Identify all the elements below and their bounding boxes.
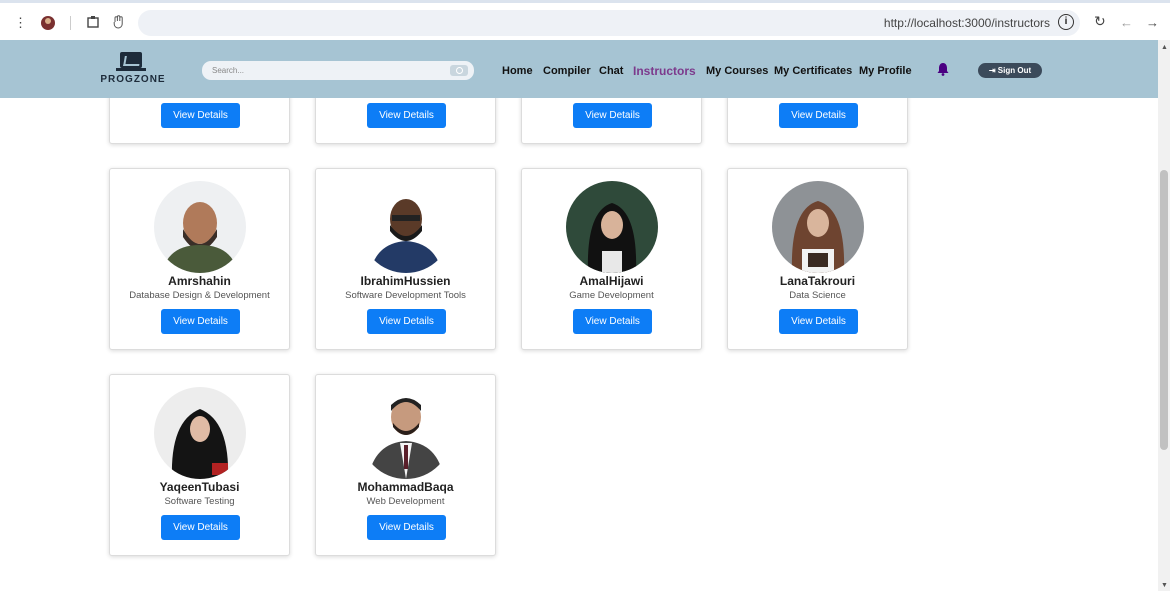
scroll-up-icon[interactable]: ▲: [1161, 44, 1168, 51]
instructor-card[interactable]: YaqeenTubasi Software Testing View Detai…: [109, 374, 290, 556]
search-placeholder: Search...: [212, 66, 245, 75]
view-details-button[interactable]: View Details: [161, 103, 240, 128]
nav-my-courses[interactable]: My Courses: [706, 65, 768, 77]
view-details-button[interactable]: View Details: [367, 103, 446, 128]
instructor-avatar: [360, 387, 452, 479]
instructor-card-partial: View Details: [727, 90, 908, 144]
address-bar[interactable]: http://localhost:3000/instructors i: [138, 10, 1080, 36]
instructor-field: Software Testing: [164, 496, 235, 507]
reload-icon[interactable]: ↻: [1094, 13, 1106, 29]
view-details-button[interactable]: View Details: [779, 103, 858, 128]
info-icon[interactable]: i: [1058, 14, 1074, 30]
back-icon[interactable]: ←: [1120, 15, 1133, 31]
hand-icon[interactable]: [112, 15, 124, 33]
instructor-name: AmalHijawi: [579, 274, 644, 288]
instructor-card[interactable]: Amrshahin Database Design & Development …: [109, 168, 290, 350]
instructor-name: MohammadBaqa: [357, 480, 454, 494]
logo-laptop-base: [116, 68, 146, 71]
logo-text: PROGZONE: [100, 74, 166, 85]
instructor-field: Web Development: [366, 496, 445, 507]
logo-laptop-icon: [120, 52, 142, 68]
nav-my-profile[interactable]: My Profile: [859, 65, 912, 77]
instructor-name: YaqeenTubasi: [159, 480, 240, 494]
instructor-card[interactable]: LanaTakrouri Data Science View Details: [727, 168, 908, 350]
instructor-card[interactable]: AmalHijawi Game Development View Details: [521, 168, 702, 350]
instructor-field: Data Science: [789, 290, 846, 301]
scroll-thumb[interactable]: [1160, 170, 1168, 450]
toolbar-divider: [70, 16, 71, 30]
instructor-card-partial: View Details: [315, 90, 496, 144]
search-input[interactable]: Search...: [202, 61, 474, 80]
app-navbar: PROGZONE Search... Home Compiler Chat In…: [0, 40, 1158, 98]
nav-home[interactable]: Home: [502, 65, 533, 77]
instructor-field: Software Development Tools: [345, 290, 466, 301]
logo[interactable]: PROGZONE: [98, 50, 168, 90]
browser-toolbar: ⋮ ☆ http://localhost:3000/instructors i …: [0, 0, 1170, 40]
view-details-button[interactable]: View Details: [367, 309, 446, 334]
view-details-button[interactable]: View Details: [161, 309, 240, 334]
nav-compiler[interactable]: Compiler: [543, 65, 591, 77]
menu-dots-icon[interactable]: ⋮: [14, 15, 27, 31]
instructor-name: IbrahimHussien: [360, 274, 451, 288]
instructor-avatar: [772, 181, 864, 273]
nav-instructors[interactable]: Instructors: [633, 64, 696, 78]
profile-avatar-icon[interactable]: [40, 15, 56, 35]
instructor-name: Amrshahin: [168, 274, 231, 288]
instructor-field: Database Design & Development: [129, 290, 270, 301]
page-scrollbar[interactable]: ▲ ▼: [1158, 40, 1170, 591]
instructor-avatar: [154, 181, 246, 273]
sign-out-icon: ⇥: [988, 66, 996, 75]
view-details-button[interactable]: View Details: [367, 515, 446, 540]
instructor-card[interactable]: IbrahimHussien Software Development Tool…: [315, 168, 496, 350]
bell-icon[interactable]: [936, 62, 950, 76]
instructor-avatar: [154, 387, 246, 479]
view-details-button[interactable]: View Details: [779, 309, 858, 334]
instructor-avatar: [566, 181, 658, 273]
view-details-button[interactable]: View Details: [573, 309, 652, 334]
instructor-card-partial: View Details: [521, 90, 702, 144]
view-details-button[interactable]: View Details: [573, 103, 652, 128]
nav-chat[interactable]: Chat: [599, 65, 623, 77]
instructor-avatar: [360, 181, 452, 273]
extensions-icon[interactable]: [86, 15, 100, 33]
sign-out-button[interactable]: ⇥ Sign Out: [978, 63, 1042, 78]
instructor-name: LanaTakrouri: [779, 274, 856, 288]
url-text: http://localhost:3000/instructors: [883, 16, 1050, 30]
view-details-button[interactable]: View Details: [161, 515, 240, 540]
nav-my-certificates[interactable]: My Certificates: [774, 65, 852, 77]
instructor-field: Game Development: [569, 290, 654, 301]
instructor-card[interactable]: MohammadBaqa Web Development View Detail…: [315, 374, 496, 556]
forward-icon[interactable]: →: [1146, 15, 1159, 31]
scroll-down-icon[interactable]: ▼: [1161, 582, 1168, 589]
sign-out-label: Sign Out: [997, 66, 1032, 75]
search-button-icon[interactable]: [450, 65, 468, 76]
instructor-card-partial: View Details: [109, 90, 290, 144]
